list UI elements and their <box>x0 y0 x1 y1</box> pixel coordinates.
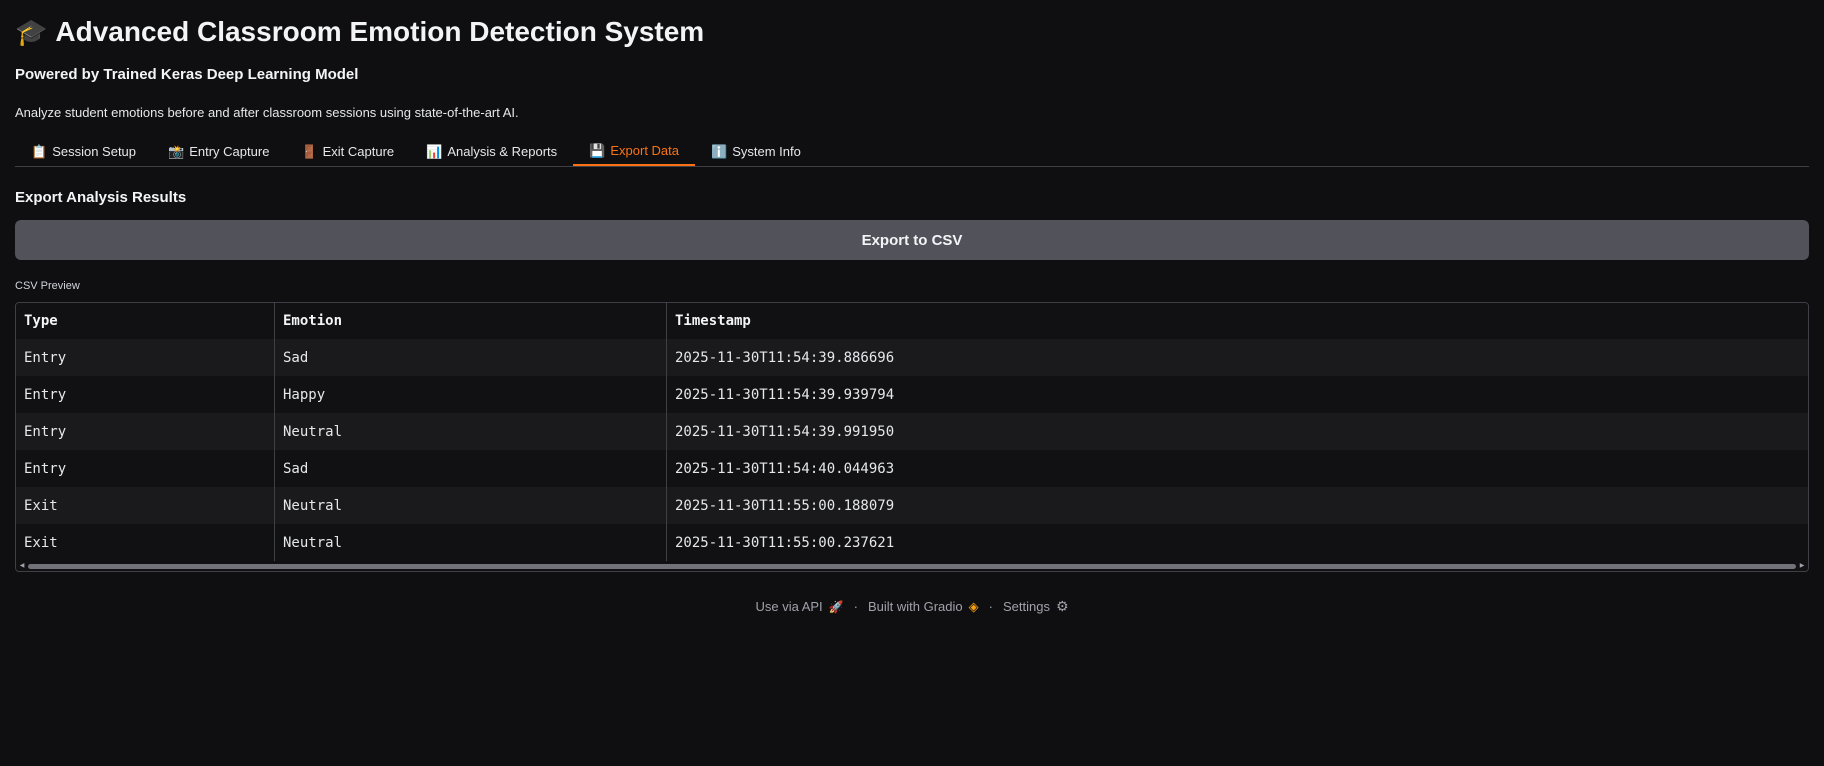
gradio-logo-icon: ◈ <box>968 598 979 614</box>
cell-emotion[interactable]: Neutral <box>274 413 667 450</box>
tab-session-setup[interactable]: 📋 Session Setup <box>15 137 152 166</box>
table-row: Entry Happy 2025-11-30T11:54:39.939794 <box>16 376 1808 413</box>
settings-link[interactable]: Settings ⚙ <box>1003 598 1069 615</box>
scrollbar-thumb[interactable] <box>28 564 1796 569</box>
page-title: 🎓 Advanced Classroom Emotion Detection S… <box>15 0 1809 49</box>
export-csv-button[interactable]: Export to CSV <box>15 220 1809 260</box>
csv-preview-table: Type Emotion Timestamp Entry Sad 2025-11… <box>15 302 1809 572</box>
clipboard-icon: 📋 <box>31 143 48 159</box>
cell-timestamp[interactable]: 2025-11-30T11:55:00.237621 <box>666 524 1808 561</box>
cell-emotion[interactable]: Sad <box>274 339 667 376</box>
table-row: Exit Neutral 2025-11-30T11:55:00.188079 <box>16 487 1808 524</box>
scroll-right-icon[interactable]: ▶ <box>1796 562 1808 571</box>
tab-label: Exit Capture <box>322 144 395 159</box>
column-header-type[interactable]: Type <box>16 303 275 339</box>
use-via-api-label: Use via API <box>755 599 823 614</box>
page-subtitle: Powered by Trained Keras Deep Learning M… <box>15 66 359 83</box>
column-header-emotion[interactable]: Emotion <box>274 303 667 339</box>
door-icon: 🚪 <box>301 143 318 159</box>
cell-timestamp[interactable]: 2025-11-30T11:55:00.188079 <box>666 487 1808 524</box>
cell-timestamp[interactable]: 2025-11-30T11:54:39.939794 <box>666 376 1808 413</box>
tab-label: Export Data <box>610 143 680 158</box>
cell-type[interactable]: Entry <box>16 413 275 450</box>
table-row: Entry Neutral 2025-11-30T11:54:39.991950 <box>16 413 1808 450</box>
section-title: Export Analysis Results <box>15 189 187 206</box>
horizontal-scrollbar[interactable]: ◀ ▶ <box>16 562 1808 571</box>
tab-label: System Info <box>732 144 801 159</box>
tab-label: Entry Capture <box>189 144 270 159</box>
settings-label: Settings <box>1002 599 1050 614</box>
camera-icon: 📸 <box>168 143 185 159</box>
footer: Use via API 🚀 · Built with Gradio ◈ · Se… <box>15 598 1809 615</box>
cell-timestamp[interactable]: 2025-11-30T11:54:39.886696 <box>666 339 1808 376</box>
tab-export-data[interactable]: 💾 Export Data <box>573 137 696 166</box>
footer-separator: · <box>853 599 858 614</box>
tab-bar: 📋 Session Setup 📸 Entry Capture 🚪 Exit C… <box>15 136 1809 167</box>
tab-label: Session Setup <box>52 144 137 159</box>
tab-label: Analysis & Reports <box>447 144 558 159</box>
built-with-gradio-link[interactable]: Built with Gradio ◈ <box>868 599 979 615</box>
tab-system-info[interactable]: ℹ️ System Info <box>695 137 817 166</box>
cell-timestamp[interactable]: 2025-11-30T11:54:39.991950 <box>666 413 1808 450</box>
tab-analysis-reports[interactable]: 📊 Analysis & Reports <box>410 137 573 166</box>
cell-timestamp[interactable]: 2025-11-30T11:54:40.044963 <box>666 450 1808 487</box>
cell-emotion[interactable]: Neutral <box>274 524 667 561</box>
page-description: Analyze student emotions before and afte… <box>15 105 519 120</box>
graduation-cap-icon: 🎓 <box>15 16 48 47</box>
gear-icon: ⚙ <box>1055 598 1069 614</box>
table-row: Entry Sad 2025-11-30T11:54:39.886696 <box>16 339 1808 376</box>
page-title-text: Advanced Classroom Emotion Detection Sys… <box>55 16 705 47</box>
built-with-gradio-label: Built with Gradio <box>867 599 963 614</box>
tab-exit-capture[interactable]: 🚪 Exit Capture <box>285 137 410 166</box>
table-header-row: Type Emotion Timestamp <box>16 303 1808 339</box>
rocket-icon: 🚀 <box>828 599 844 614</box>
cell-type[interactable]: Exit <box>16 487 275 524</box>
table-row: Exit Neutral 2025-11-30T11:55:00.237621 <box>16 524 1808 561</box>
tab-entry-capture[interactable]: 📸 Entry Capture <box>152 137 285 166</box>
footer-separator: · <box>988 599 993 614</box>
cell-type[interactable]: Entry <box>16 450 275 487</box>
info-icon: ℹ️ <box>711 143 728 159</box>
column-header-timestamp[interactable]: Timestamp <box>666 303 1808 339</box>
cell-type[interactable]: Exit <box>16 524 275 561</box>
cell-emotion[interactable]: Happy <box>274 376 667 413</box>
cell-emotion[interactable]: Sad <box>274 450 667 487</box>
cell-emotion[interactable]: Neutral <box>274 487 667 524</box>
cell-type[interactable]: Entry <box>16 339 275 376</box>
app-page: 🎓 Advanced Classroom Emotion Detection S… <box>0 0 1824 766</box>
cell-type[interactable]: Entry <box>16 376 275 413</box>
floppy-disk-icon: 💾 <box>589 142 606 158</box>
bar-chart-icon: 📊 <box>426 143 443 159</box>
csv-preview-label: CSV Preview <box>15 280 80 292</box>
table-row: Entry Sad 2025-11-30T11:54:40.044963 <box>16 450 1808 487</box>
use-via-api-link[interactable]: Use via API 🚀 <box>755 599 843 614</box>
scroll-left-icon[interactable]: ◀ <box>16 562 28 571</box>
